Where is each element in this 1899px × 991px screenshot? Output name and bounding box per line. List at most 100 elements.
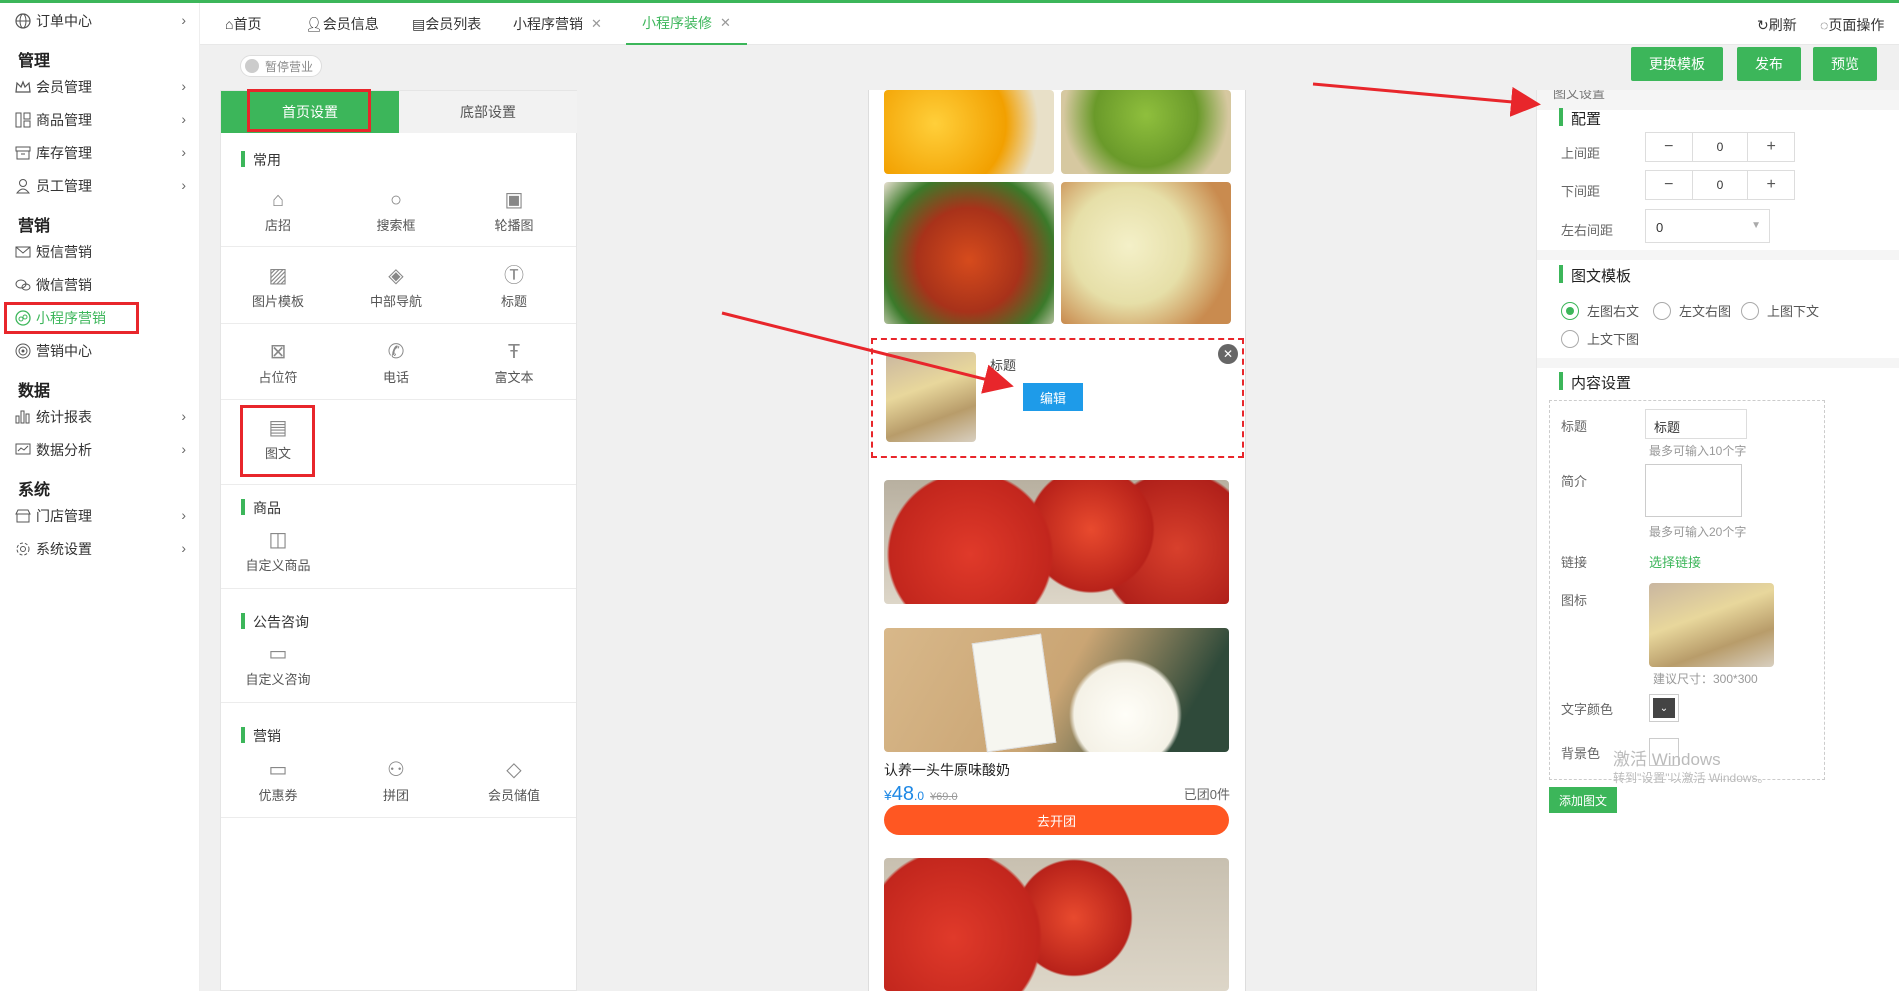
bottom-margin-value[interactable]: 0 [1691,171,1749,199]
component-image-template[interactable]: ▨ 图片模板 [228,257,328,317]
component-label: 图文 [264,446,291,461]
start-group-button[interactable]: 去开团 [884,805,1229,835]
component-phone[interactable]: ✆ 电话 [346,333,446,393]
sidebar-item-stock[interactable]: 库存管理 › [14,140,194,166]
chevron-right-icon: › [181,507,186,523]
edit-button[interactable]: 编辑 [1023,383,1083,411]
sidebar-item-report[interactable]: 统计报表 › [14,404,194,430]
publish-button[interactable]: 发布 [1737,47,1801,81]
change-template-button[interactable]: 更换模板 [1631,47,1723,81]
radio-unchecked-icon [1653,301,1671,320]
radio-left-text[interactable]: 左文右图 [1653,301,1731,320]
component-placeholder[interactable]: ⊠ 占位符 [228,333,328,393]
radio-top-text[interactable]: 上文下图 [1561,329,1639,348]
component-rich-text[interactable]: Ŧ 富文本 [464,333,564,393]
user-icon [14,177,32,195]
title-input[interactable]: 标题 [1645,409,1747,439]
bar-chart-icon [14,408,32,426]
component-shop-sign[interactable]: ⌂ 店招 [228,181,328,241]
component-label: 富文本 [494,370,534,385]
sidebar-item-center[interactable]: 营销中心 [14,338,194,364]
radio-top-image[interactable]: 上图下文 [1741,301,1819,320]
sidebar-item-miniapp[interactable]: 小程序营销 [14,305,194,331]
tab-bottom-settings[interactable]: 底部设置 [399,91,577,133]
radio-unchecked-icon [1741,301,1759,320]
chevron-right-icon: › [181,144,186,160]
tab-home-settings[interactable]: 首页设置 [221,91,399,133]
text-color-picker[interactable]: ⌄ [1649,694,1679,722]
sidebar-heading-system: 系统 [18,482,51,499]
sidebar-item-sms[interactable]: 短信营销 [14,239,194,265]
tab-member-info[interactable]: 👤︎ 会员信息 [305,3,379,45]
component-coupon[interactable]: ▭ 优惠券 [228,751,328,811]
page-ops-button[interactable]: ◌ 页面操作 [1820,15,1884,35]
intro-label: 简介 [1561,474,1588,489]
chevron-right-icon: › [181,78,186,94]
product-image-yogurt [884,628,1229,753]
product-name: 认养一头牛原味酸奶 [884,762,1010,778]
component-label: 店招 [264,218,291,233]
sidebar-item-label: 库存管理 [36,145,92,161]
close-icon[interactable]: ✕ [720,15,731,31]
sidebar-item-wechat[interactable]: 微信营销 [14,272,194,298]
side-margin-label: 左右间距 [1561,223,1614,238]
diamond-icon: ◇ [506,759,522,781]
sidebar-item-analysis[interactable]: 数据分析 › [14,437,194,463]
component-label: 轮播图 [494,218,534,233]
refresh-button[interactable]: ↻ 刷新 [1757,15,1797,35]
close-icon[interactable]: ✕ [1218,344,1238,364]
divider [221,588,576,589]
intro-textarea[interactable] [1645,464,1742,517]
tab-member-list[interactable]: ▤ 会员列表 [412,3,481,45]
component-label: 搜索框 [376,218,416,233]
product-price: ¥ 48 .0 ¥69.0 [884,783,958,806]
component-title[interactable]: Ⓣ 标题 [464,257,564,317]
pause-label: 暂停营业 [265,59,314,74]
top-margin-value[interactable]: 0 [1691,133,1749,161]
gear-icon [14,540,32,558]
component-carousel[interactable]: ▣ 轮播图 [464,181,564,241]
preview-button[interactable]: 预览 [1813,47,1877,81]
radio-left-image[interactable]: 左图右文 [1561,301,1639,320]
close-icon[interactable]: ✕ [591,16,602,32]
select-link[interactable]: 选择链接 [1649,552,1701,571]
component-member-stored-value[interactable]: ◇ 会员储值 [464,751,564,811]
sidebar-item-settings[interactable]: 系统设置 › [14,536,194,562]
tab-label: 会员信息 [322,16,379,32]
sidebar-item-member[interactable]: 会员管理 › [14,74,194,100]
tab-home[interactable]: ⌂ 首页 [225,3,261,45]
divider [221,817,576,818]
radio-label: 左图右文 [1587,304,1640,319]
component-middle-nav[interactable]: ◈ 中部导航 [346,257,446,317]
chevron-right-icon: › [181,540,186,556]
tab-mini-decorate[interactable]: 小程序装修 ✕ [626,3,747,45]
plus-icon[interactable]: + [1748,171,1794,199]
component-search[interactable]: ○ 搜索框 [346,181,446,241]
fruit-image-pear [1061,182,1231,324]
sidebar-item-store[interactable]: 门店管理 › [14,503,194,529]
pause-toggle[interactable]: 暂停营业 [240,55,323,77]
sidebar-item-staff[interactable]: 员工管理 › [14,173,194,199]
plus-icon[interactable]: + [1748,133,1794,161]
user-icon: 👤︎ [305,15,323,32]
radio-label: 上图下文 [1767,304,1820,319]
bottom-margin-stepper[interactable]: −0 + [1645,170,1795,200]
add-image-text-button[interactable]: 添加图文 [1549,787,1617,813]
minus-icon[interactable]: − [1646,133,1692,161]
component-image-text[interactable]: ▤ 图文 [228,409,328,469]
link-label: 链接 [1561,555,1588,570]
image-text-block[interactable]: 标题 编辑 ✕ [871,338,1244,458]
component-group-buy[interactable]: ⚇ 拼团 [346,751,446,811]
component-custom-goods[interactable]: ◫ 自定义商品 [228,521,328,581]
intro-hint: 最多可输入20个字 [1649,525,1747,539]
icon-image-upload[interactable] [1649,583,1774,667]
sidebar-item-goods[interactable]: 商品管理 › [14,107,194,133]
top-margin-stepper[interactable]: −0 + [1645,132,1795,162]
component-custom-notice[interactable]: ▭ 自定义咨询 [228,635,328,695]
tab-mini-marketing[interactable]: 小程序营销 ✕ [513,3,602,45]
side-margin-select[interactable]: 0 ▼ [1645,209,1770,243]
sidebar-item-orders[interactable]: 订单中心 › [14,8,194,34]
radio-label: 左文右图 [1679,304,1732,319]
minus-icon[interactable]: − [1646,171,1692,199]
mail-icon [14,243,32,261]
